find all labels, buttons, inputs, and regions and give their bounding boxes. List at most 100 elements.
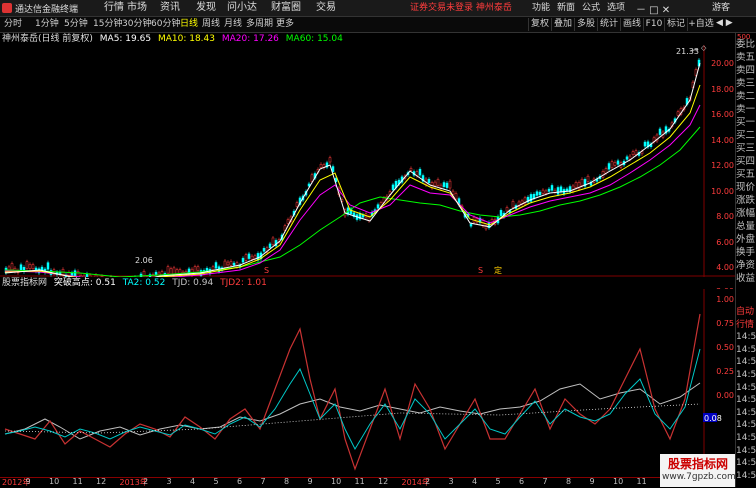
period-weekly[interactable]: 周线 xyxy=(202,18,220,31)
side-quote-label: 买四 xyxy=(736,155,756,168)
menu-guest[interactable]: 游客 xyxy=(712,1,730,15)
menu-options[interactable]: 选项 xyxy=(607,1,625,15)
menu-trade[interactable]: 交易 xyxy=(316,1,336,15)
candle-body xyxy=(539,192,541,195)
period-minute[interactable]: 分时 xyxy=(4,18,22,31)
indicator-legend: 股票指标网 突破高点: 0.51 TA2: 0.52 TJD: 0.94 TJD… xyxy=(2,277,271,289)
signal-marker-1: S xyxy=(264,266,269,275)
side-tick-label: 自动 xyxy=(736,306,756,319)
period-monthly[interactable]: 月线 xyxy=(224,18,242,31)
candle-body xyxy=(215,262,217,268)
candle-body xyxy=(542,190,544,193)
ma20-label: MA20: 17.26 xyxy=(222,34,279,44)
candle-body xyxy=(197,267,199,271)
candle-body xyxy=(230,261,232,265)
y-tick: 16.00 xyxy=(704,110,734,119)
date-label: 9 xyxy=(590,477,595,486)
candle-body xyxy=(296,203,298,207)
side-tick-label: 14:5 xyxy=(736,394,756,407)
indicator-name[interactable]: 股票指标网 xyxy=(2,278,47,288)
side-tick-label: 14:5 xyxy=(736,331,756,344)
candle-body xyxy=(428,179,430,183)
mark-button[interactable]: 标记 xyxy=(664,18,687,31)
menu-discover[interactable]: 发现 xyxy=(196,1,216,15)
candle-body xyxy=(551,185,553,190)
current-value-label: 0.08 xyxy=(704,414,722,423)
candle-body xyxy=(506,207,508,211)
menu-quotes[interactable]: 行情 xyxy=(104,1,124,15)
date-label: 9 xyxy=(26,477,31,486)
candle-body xyxy=(614,162,616,165)
side-quote-label: 外盘 xyxy=(736,233,756,246)
candle-body xyxy=(644,142,646,146)
period-15min[interactable]: 15分钟 xyxy=(93,18,122,31)
date-label: 4 xyxy=(190,477,195,486)
date-labels: 2012年91011122013年234567891011122014年2345… xyxy=(0,477,660,487)
ma-legend: 神州泰岳(日线 前复权) MA5: 19.65 MA10: 18.43 MA20… xyxy=(2,33,347,45)
period-1min[interactable]: 1分钟 xyxy=(35,18,59,31)
overlay-button[interactable]: 叠加 xyxy=(551,18,574,31)
menu-wealth[interactable]: 财富圈 xyxy=(271,1,301,15)
draw-button[interactable]: 画线 xyxy=(620,18,643,31)
candle-body xyxy=(26,262,28,269)
period-daily[interactable]: 日线 xyxy=(180,18,198,31)
side-quote-label: 收益 xyxy=(736,272,756,285)
y-tick: 8.00 xyxy=(704,212,734,221)
date-label: 10 xyxy=(613,477,623,486)
app-logo: 通达信金融终端 xyxy=(2,2,78,14)
window-controls[interactable]: － □ ✕ xyxy=(636,1,670,16)
ma5-label: MA5: 19.65 xyxy=(100,34,151,44)
stats-button[interactable]: 统计 xyxy=(597,18,620,31)
add-watchlist-button[interactable]: +自选 xyxy=(687,18,714,31)
date-label: 9 xyxy=(308,477,313,486)
menu-news[interactable]: 资讯 xyxy=(160,1,180,15)
period-multi[interactable]: 多周期 xyxy=(246,18,273,31)
menu-market[interactable]: 市场 xyxy=(127,1,147,15)
side-tick-label: 14:5 xyxy=(736,382,756,395)
candle-body xyxy=(419,169,421,175)
period-60min[interactable]: 60分钟 xyxy=(151,18,180,31)
menu-ask[interactable]: 问小达 xyxy=(227,1,257,15)
side-quote-label: 卖三 xyxy=(736,77,756,90)
side-quote-label: 卖一 xyxy=(736,103,756,116)
date-label: 6 xyxy=(519,477,524,486)
menu-function[interactable]: 功能 xyxy=(532,1,550,15)
indicator-chart[interactable]: 0.08 xyxy=(0,289,735,477)
adjust-button[interactable]: 复权 xyxy=(528,18,551,31)
candle-body xyxy=(251,256,253,259)
candle-body xyxy=(536,192,538,196)
toolbar-arrows-icon[interactable]: ◀ ▶ xyxy=(716,18,733,28)
candle-body xyxy=(455,193,457,199)
date-label: 2 xyxy=(143,477,148,486)
candle-body xyxy=(11,263,13,269)
date-label: 6 xyxy=(237,477,242,486)
menu-new-face[interactable]: 新面 xyxy=(557,1,575,15)
multi-stock-button[interactable]: 多股 xyxy=(574,18,597,31)
ind-y-tick: 0.50 xyxy=(704,343,734,352)
low-price-label: 2.06 xyxy=(135,256,153,265)
tdx-logo-icon xyxy=(2,3,12,13)
candle-body xyxy=(32,265,34,269)
candle-body xyxy=(272,238,274,245)
period-more[interactable]: 更多 xyxy=(276,18,294,31)
f10-button[interactable]: F10 xyxy=(643,18,664,31)
date-label: 11 xyxy=(73,477,83,486)
period-5min[interactable]: 5分钟 xyxy=(64,18,88,31)
candle-body xyxy=(392,185,394,190)
date-label: 2 xyxy=(425,477,430,486)
side-tick-label: 14:5 xyxy=(736,369,756,382)
price-chart[interactable]: 21.33 2.06 S S 定 ◇ xyxy=(0,45,735,277)
candle-body xyxy=(410,168,412,170)
candle-body xyxy=(446,183,448,188)
candle-body xyxy=(437,179,439,185)
signal-marker-2: S xyxy=(478,266,483,275)
date-label: 7 xyxy=(543,477,548,486)
side-tick-label: 14:5 xyxy=(736,356,756,369)
ind-y-tick: 0.25 xyxy=(704,367,734,376)
period-30min[interactable]: 30分钟 xyxy=(122,18,151,31)
login-notice[interactable]: 证券交易未登录 神州泰岳 xyxy=(410,1,512,15)
ma60-label: MA60: 15.04 xyxy=(286,34,343,44)
menu-formula[interactable]: 公式 xyxy=(582,1,600,15)
side-quote-label: 涨跌 xyxy=(736,194,756,207)
candle-body xyxy=(677,112,679,115)
